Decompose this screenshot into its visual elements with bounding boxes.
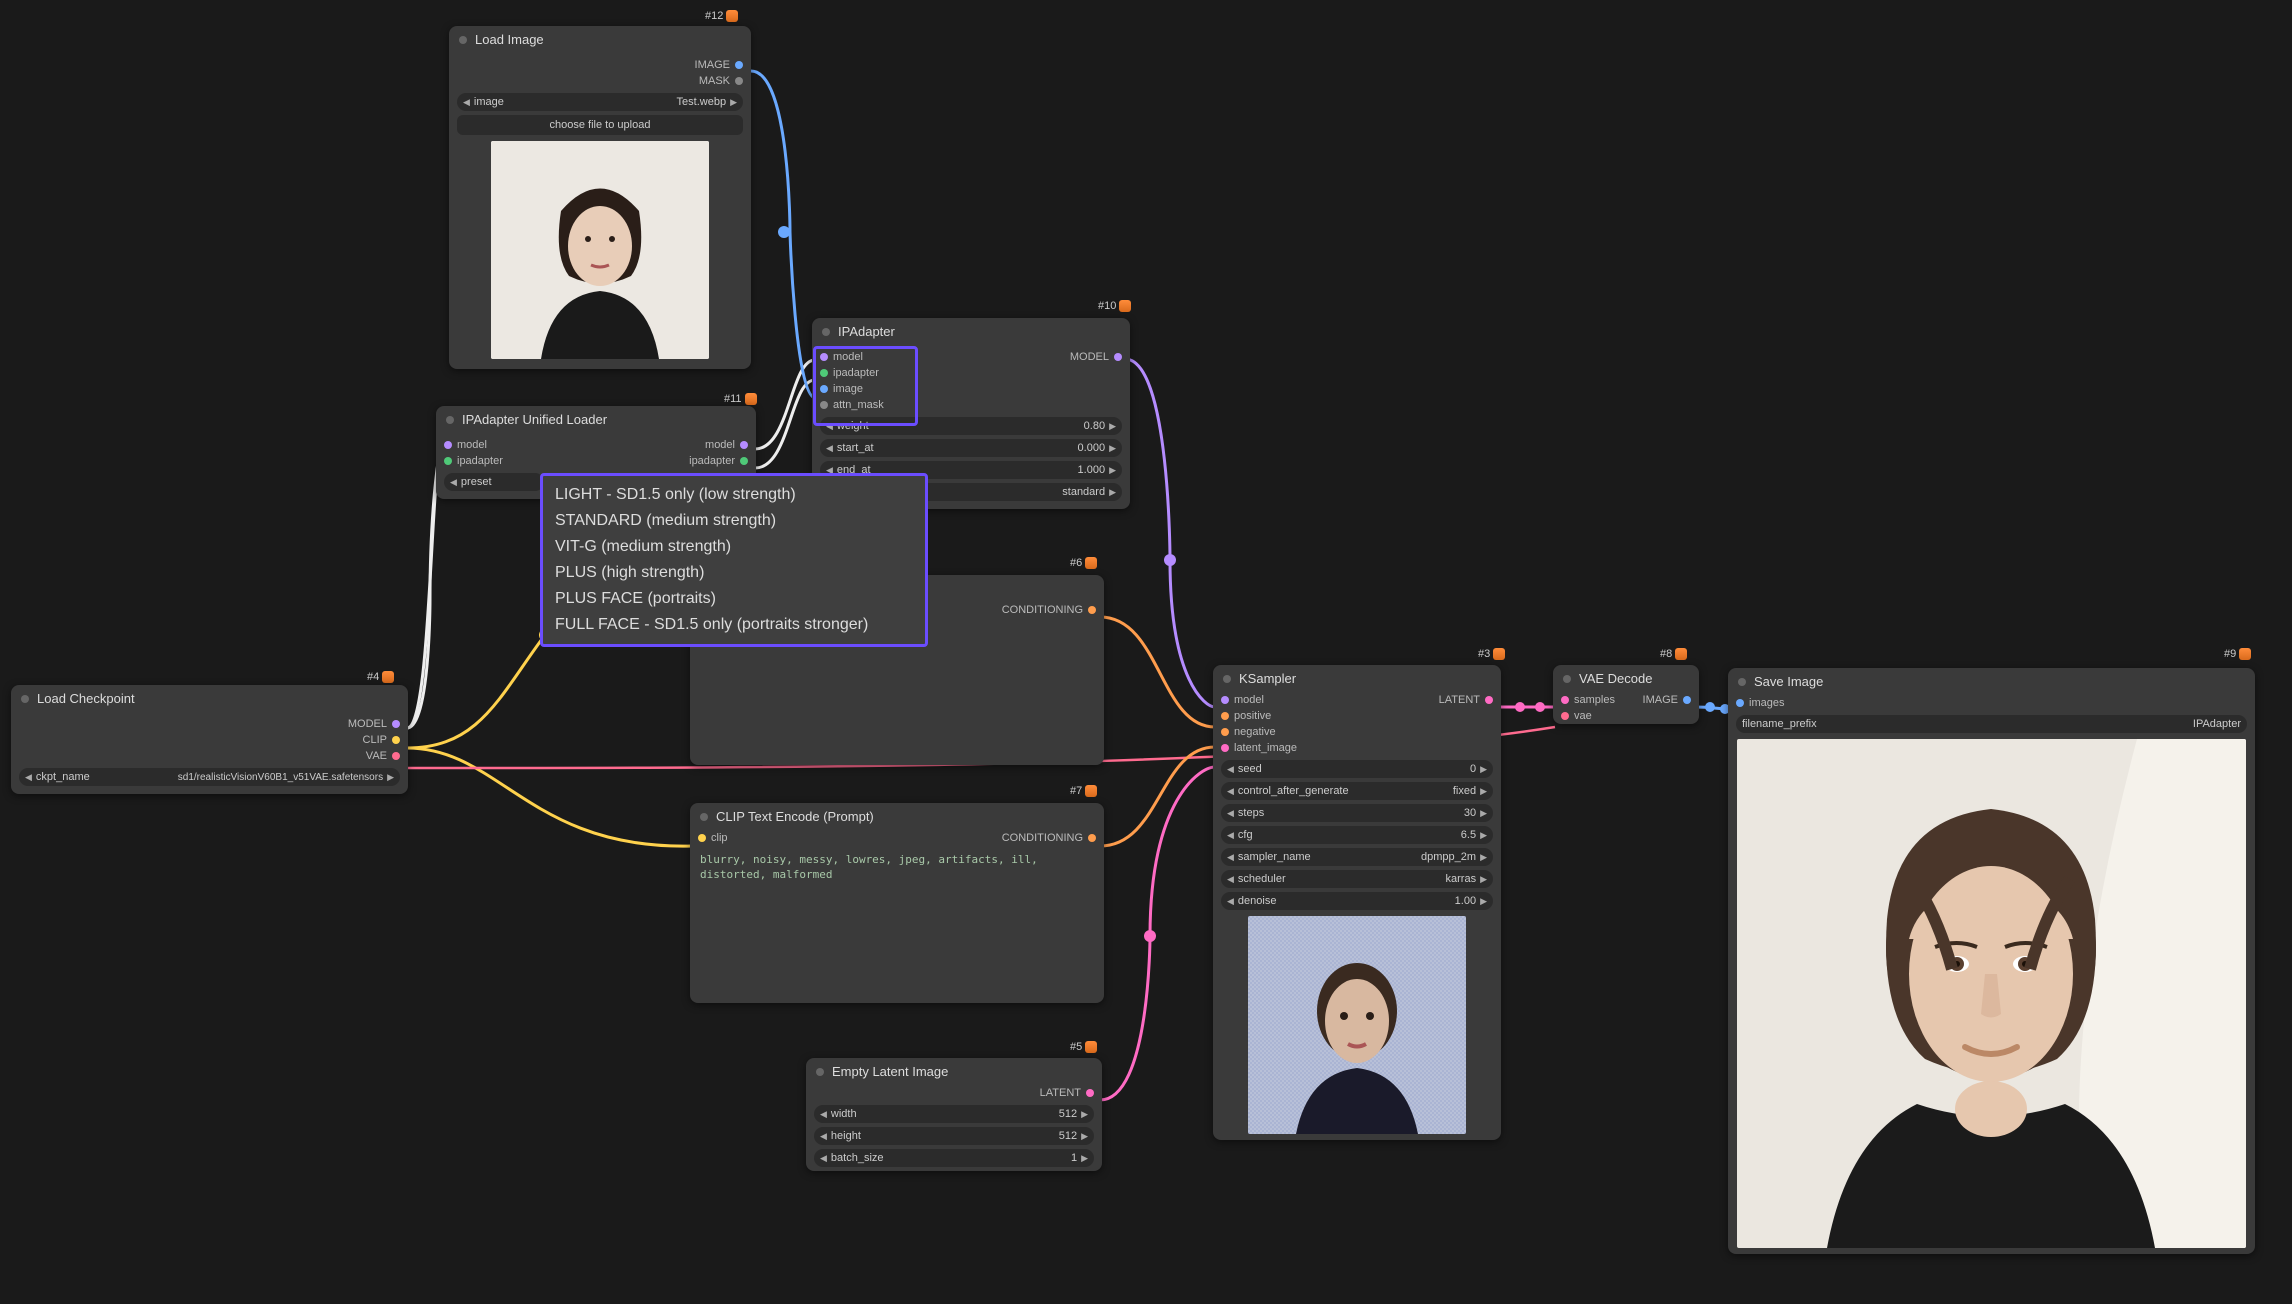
image-selector[interactable]: ◀image Test.webp▶ bbox=[457, 93, 743, 111]
output-image-label: IMAGE bbox=[1643, 694, 1678, 706]
input-samples-label: samples bbox=[1574, 694, 1615, 706]
ksampler-preview bbox=[1248, 916, 1466, 1134]
start-widget[interactable]: ◀start_at0.000▶ bbox=[820, 439, 1122, 457]
output-image-preview bbox=[1737, 739, 2246, 1248]
node-tag-3: #3 bbox=[1478, 648, 1505, 660]
sampler-widget[interactable]: ◀sampler_namedpmpp_2m▶ bbox=[1221, 848, 1493, 866]
node-title: CLIP Text Encode (Prompt) bbox=[716, 809, 874, 824]
node-title: Empty Latent Image bbox=[832, 1064, 948, 1079]
prompt-text[interactable]: blurry, noisy, messy, lowres, jpeg, arti… bbox=[700, 852, 1094, 883]
input-model-label: model bbox=[833, 351, 863, 363]
node-title: Load Checkpoint bbox=[37, 691, 135, 706]
output-model-label: MODEL bbox=[1070, 351, 1109, 363]
node-title: KSampler bbox=[1239, 671, 1296, 686]
input-ipadapter-label: ipadapter bbox=[457, 455, 503, 467]
ctrl-widget[interactable]: ◀control_after_generatefixed▶ bbox=[1221, 782, 1493, 800]
output-conditioning-label: CONDITIONING bbox=[1002, 604, 1083, 616]
prefix-widget[interactable]: filename_prefixIPAdapter bbox=[1736, 715, 2247, 733]
node-tag-5: #5 bbox=[1070, 1041, 1097, 1053]
chevron-right-icon: ▶ bbox=[730, 97, 737, 108]
output-model-label: MODEL bbox=[348, 718, 387, 730]
output-conditioning-label: CONDITIONING bbox=[1002, 832, 1083, 844]
node-tag-12: #12 bbox=[705, 10, 738, 22]
node-title: Save Image bbox=[1754, 674, 1823, 689]
node-title: Load Image bbox=[475, 32, 544, 47]
output-ipadapter-label: ipadapter bbox=[689, 455, 735, 467]
node-save-image[interactable]: Save Image images filename_prefixIPAdapt… bbox=[1728, 668, 2255, 1254]
output-latent-label: LATENT bbox=[1439, 694, 1480, 706]
dropdown-option[interactable]: PLUS FACE (portraits) bbox=[553, 586, 915, 612]
node-header[interactable]: Load Image bbox=[449, 26, 751, 53]
node-header[interactable]: IPAdapter Unified Loader bbox=[436, 406, 756, 433]
node-header[interactable]: KSampler bbox=[1213, 665, 1501, 692]
ckpt-selector[interactable]: ◀ckpt_name sd1/realisticVisionV60B1_v51V… bbox=[19, 768, 400, 786]
input-ipadapter-label: ipadapter bbox=[833, 367, 879, 379]
node-vae-decode[interactable]: VAE Decode samples IMAGE vae bbox=[1553, 665, 1699, 724]
node-title: IPAdapter bbox=[838, 324, 895, 339]
output-clip-label: CLIP bbox=[363, 734, 387, 746]
batch-widget[interactable]: ◀batch_size1▶ bbox=[814, 1149, 1094, 1167]
node-tag-9: #9 bbox=[2224, 648, 2251, 660]
node-tag-7: #7 bbox=[1070, 785, 1097, 797]
input-latent-label: latent_image bbox=[1234, 742, 1297, 754]
chevron-left-icon: ◀ bbox=[450, 477, 457, 488]
input-model-label: model bbox=[1234, 694, 1264, 706]
node-clip-negative[interactable]: CLIP Text Encode (Prompt) clip CONDITION… bbox=[690, 803, 1104, 1003]
input-clip-label: clip bbox=[711, 832, 728, 844]
input-positive-label: positive bbox=[1234, 710, 1271, 722]
seed-widget[interactable]: ◀seed0▶ bbox=[1221, 760, 1493, 778]
steps-widget[interactable]: ◀steps30▶ bbox=[1221, 804, 1493, 822]
output-model-label: model bbox=[705, 439, 735, 451]
upload-button[interactable]: choose file to upload bbox=[457, 115, 743, 135]
node-title: IPAdapter Unified Loader bbox=[462, 412, 607, 427]
node-header[interactable]: VAE Decode bbox=[1553, 665, 1699, 692]
input-attn-label: attn_mask bbox=[833, 399, 884, 411]
denoise-widget[interactable]: ◀denoise1.00▶ bbox=[1221, 892, 1493, 910]
node-header[interactable]: CLIP Text Encode (Prompt) bbox=[690, 803, 1104, 830]
node-empty-latent[interactable]: Empty Latent Image LATENT ◀width512▶ ◀he… bbox=[806, 1058, 1102, 1171]
node-load-image[interactable]: Load Image IMAGE MASK ◀image Test.webp▶ … bbox=[449, 26, 751, 369]
input-negative-label: negative bbox=[1234, 726, 1276, 738]
weight-widget[interactable]: ◀weight0.80▶ bbox=[820, 417, 1122, 435]
node-header[interactable]: Empty Latent Image bbox=[806, 1058, 1102, 1085]
width-widget[interactable]: ◀width512▶ bbox=[814, 1105, 1094, 1123]
node-tag-8: #8 bbox=[1660, 648, 1687, 660]
cfg-widget[interactable]: ◀cfg6.5▶ bbox=[1221, 826, 1493, 844]
node-tag-4: #4 bbox=[367, 671, 394, 683]
input-image-label: image bbox=[833, 383, 863, 395]
input-model-label: model bbox=[457, 439, 487, 451]
node-tag-11: #11 bbox=[724, 393, 757, 405]
dropdown-option[interactable]: STANDARD (medium strength) bbox=[553, 508, 915, 534]
input-vae-label: vae bbox=[1574, 710, 1592, 722]
node-load-checkpoint[interactable]: Load Checkpoint MODEL CLIP VAE ◀ckpt_nam… bbox=[11, 685, 408, 794]
node-header[interactable]: Load Checkpoint bbox=[11, 685, 408, 712]
dropdown-option[interactable]: PLUS (high strength) bbox=[553, 560, 915, 586]
output-latent-label: LATENT bbox=[1040, 1087, 1081, 1099]
height-widget[interactable]: ◀height512▶ bbox=[814, 1127, 1094, 1145]
node-header[interactable]: IPAdapter bbox=[812, 318, 1130, 345]
node-ksampler[interactable]: KSampler model LATENT positive negative l… bbox=[1213, 665, 1501, 1140]
chevron-left-icon: ◀ bbox=[463, 97, 470, 108]
input-image-preview bbox=[491, 141, 709, 359]
node-tag-6: #6 bbox=[1070, 557, 1097, 569]
scheduler-widget[interactable]: ◀schedulerkarras▶ bbox=[1221, 870, 1493, 888]
preset-dropdown[interactable]: LIGHT - SD1.5 only (low strength) STANDA… bbox=[540, 473, 928, 647]
node-title: VAE Decode bbox=[1579, 671, 1652, 686]
dropdown-option[interactable]: FULL FACE - SD1.5 only (portraits strong… bbox=[553, 612, 915, 638]
input-images-label: images bbox=[1749, 697, 1784, 709]
preset-selector[interactable]: ◀preset bbox=[444, 473, 544, 491]
output-image-label: IMAGE bbox=[695, 59, 730, 71]
output-mask-label: MASK bbox=[699, 75, 730, 87]
node-header[interactable]: Save Image bbox=[1728, 668, 2255, 695]
dropdown-option[interactable]: VIT-G (medium strength) bbox=[553, 534, 915, 560]
dropdown-option[interactable]: LIGHT - SD1.5 only (low strength) bbox=[553, 482, 915, 508]
output-vae-label: VAE bbox=[366, 750, 387, 762]
node-tag-10: #10 bbox=[1098, 300, 1131, 312]
